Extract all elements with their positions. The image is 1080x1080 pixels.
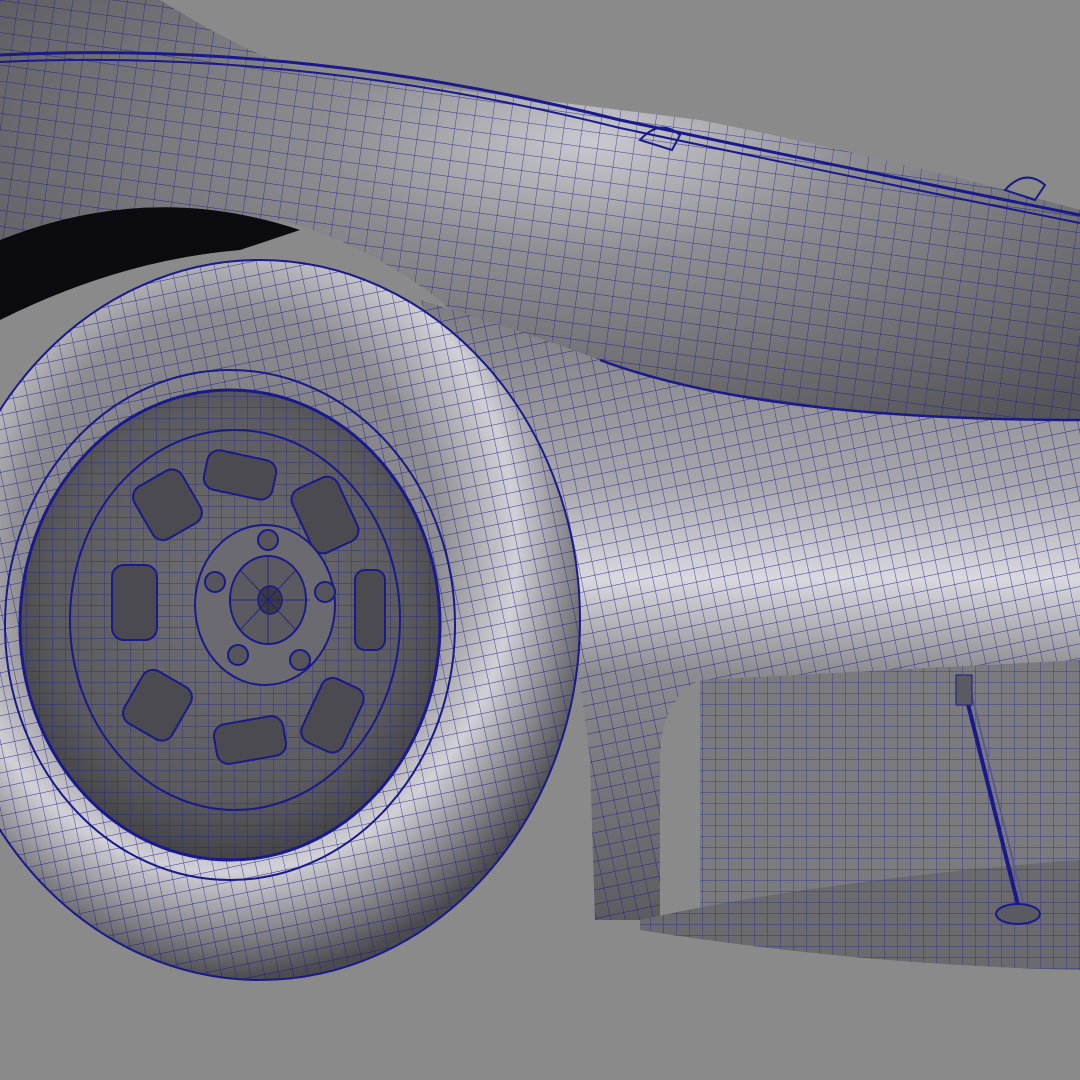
- wireframe-render: [0, 0, 1080, 1080]
- 3d-viewport[interactable]: [0, 0, 1080, 1080]
